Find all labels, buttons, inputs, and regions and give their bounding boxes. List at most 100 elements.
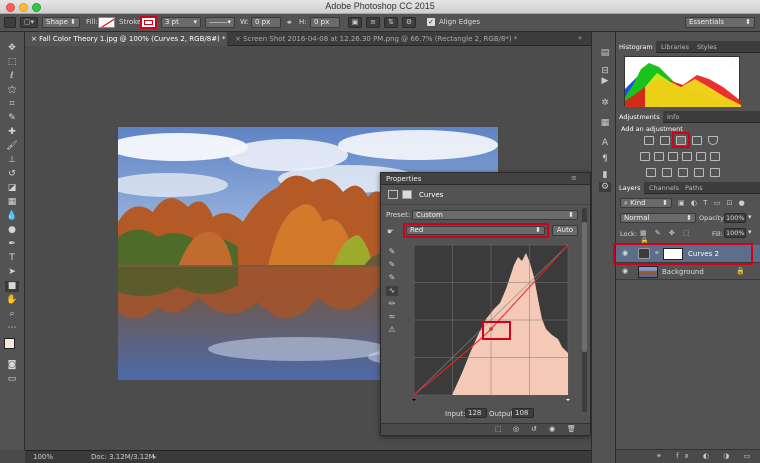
layer-thumbnail[interactable] [638,266,658,278]
blend-mode-select[interactable]: Normal ⬍ [620,213,696,223]
black-white-icon[interactable] [668,152,678,161]
brightness-contrast-icon[interactable] [644,136,654,145]
crop-tool-icon[interactable]: ⌗ [5,99,19,110]
mask-icon[interactable] [402,190,412,199]
paragraph-icon[interactable]: ¶ [599,154,611,164]
tab-histogram[interactable]: Histogram [616,41,656,53]
fill-dropdown-icon[interactable]: ▾ [748,228,752,236]
set-gray-point-icon[interactable]: ✎ [386,260,398,270]
color-lookup-icon[interactable] [710,152,720,161]
edit-points-icon[interactable]: ∿ [386,286,398,296]
align-edges-checkbox[interactable]: ✓ [427,18,435,26]
home-icon[interactable] [4,17,16,28]
trash-icon[interactable]: 🗑 [567,425,576,433]
zoom-level[interactable]: 100% [33,451,53,463]
selective-color-icon[interactable] [694,168,704,177]
path-selection-tool-icon[interactable]: ➤ [5,267,19,278]
stroke-swatch[interactable] [140,16,157,29]
tab-styles[interactable]: Styles [694,41,720,53]
fill-swatch[interactable] [98,17,115,28]
warning-icon[interactable]: ⚠ [728,60,734,68]
workspace-select[interactable]: Essentials ⬍ [685,17,755,28]
shape-mode-select[interactable]: Shape ⬍ [42,17,80,28]
view-previous-icon[interactable]: ◎ [513,425,519,433]
zoom-tool-icon[interactable]: ⌕ [5,309,19,320]
layer-row-background[interactable]: ◉ Background 🔒 [616,264,760,280]
photo-filter-icon[interactable] [682,152,692,161]
height-field[interactable]: 0 px [310,17,340,28]
hue-saturation-icon[interactable] [640,152,650,161]
exposure-icon[interactable] [692,136,702,145]
healing-brush-tool-icon[interactable]: ✚ [5,127,19,138]
tab-close-icon[interactable]: × [31,35,39,43]
draw-curve-icon[interactable]: ✏ [386,299,398,309]
channel-select[interactable]: Red ⬍ [406,226,545,235]
gradient-tool-icon[interactable]: ▦ [5,197,19,208]
properties-header[interactable]: Properties ≡ [381,173,590,185]
actions-icon[interactable]: ▶ [599,76,611,86]
reset-icon[interactable]: ↺ [531,425,537,433]
levels-icon[interactable] [660,136,670,145]
history-icon[interactable]: ▤ [599,48,611,58]
layer-name[interactable]: Background [662,268,704,276]
lasso-tool-icon[interactable]: ℓ [5,71,19,82]
shape-tool-icon[interactable]: ▢▾ [20,17,38,28]
visibility-icon[interactable]: ◉ [549,425,555,433]
opacity-dropdown-icon[interactable]: ▾ [748,213,752,221]
marquee-tool-icon[interactable]: ⬚ [5,57,19,68]
notes-icon[interactable]: ▮ [599,170,611,180]
quick-mask-icon[interactable]: ◙ [5,360,19,371]
clipping-warning-icon[interactable]: ⚠ [386,325,398,335]
path-operations-icon[interactable]: ▣ [348,17,362,28]
input-field[interactable]: 128 [465,408,487,418]
tab-channels[interactable]: Channels [646,182,682,194]
screen-mode-icon[interactable]: ▭ [5,374,19,385]
tab-close-icon[interactable]: × [235,35,243,43]
vibrance-icon[interactable] [708,136,718,145]
path-alignment-icon[interactable]: ≡ [366,17,380,28]
tab-overflow-icon[interactable]: » [578,34,582,42]
pen-tool-icon[interactable]: ✒ [5,239,19,250]
hand-tool-icon[interactable]: ✋ [5,295,19,306]
brush-tool-icon[interactable]: 🖌 [5,141,19,152]
dodge-tool-icon[interactable]: ● [5,225,19,236]
threshold-icon[interactable] [678,168,688,177]
adjustments-strip-icon[interactable]: ⚙ [599,182,611,192]
clone-stamp-tool-icon[interactable]: ⊥ [5,155,19,166]
layer-kind-filter[interactable]: ⌕ Kind ⬍ [620,198,672,208]
eye-icon[interactable]: ◉ [622,267,628,275]
properties-scrollbar[interactable] [582,208,587,412]
tab-layers[interactable]: Layers [616,182,644,194]
type-tool-icon[interactable]: T [5,253,19,264]
more-tools-icon[interactable]: ⋯ [5,323,19,334]
layers-footer[interactable]: ⚭ fx ◐ ◑ ▭ ▣ 🗑 [616,449,760,463]
smooth-curve-icon[interactable]: ≈ [386,312,398,322]
layer-filter-icons[interactable]: ▣ ◐ T ▭ ⊡ ● [678,198,756,208]
foreground-color-swatch[interactable] [4,338,15,349]
channel-mixer-icon[interactable] [696,152,706,161]
history-brush-tool-icon[interactable]: ↺ [5,169,19,180]
set-black-point-icon[interactable]: ✎ [386,247,398,257]
lock-options-icons[interactable]: ▦ ✎ ✥ ⬚ 🔒 [640,229,700,245]
color-balance-icon[interactable] [654,152,664,161]
tab-paths[interactable]: Paths [682,182,706,194]
doc-tab-active[interactable]: × Fall Color Theory 1.jpg @ 100% (Curves… [25,32,227,46]
tab-libraries[interactable]: Libraries [658,41,692,53]
opacity-field[interactable]: 100% [724,213,746,223]
eyedropper-tool-icon[interactable]: ✎ [5,113,19,124]
clip-to-layer-icon[interactable]: ⬚ [495,425,502,433]
stroke-width-field[interactable]: 3 pt ▾ [161,17,201,28]
brush-presets-icon[interactable]: ✲ [599,98,611,108]
set-white-point-icon[interactable]: ✎ [386,273,398,283]
panel-menu-icon[interactable]: ≡ [571,174,577,182]
magic-wand-tool-icon[interactable]: ⚝ [5,85,19,96]
invert-icon[interactable] [646,168,656,177]
posterize-icon[interactable] [662,168,672,177]
preset-select[interactable]: Custom ⬍ [412,210,578,220]
status-arrow-icon[interactable]: ▸ [153,451,157,463]
path-arrangement-icon[interactable]: ⇅ [384,17,398,28]
blur-tool-icon[interactable]: 💧 [5,211,19,222]
width-field[interactable]: 0 px [251,17,281,28]
gradient-map-icon[interactable] [710,168,720,177]
swatches-icon[interactable]: ▦ [599,118,611,128]
